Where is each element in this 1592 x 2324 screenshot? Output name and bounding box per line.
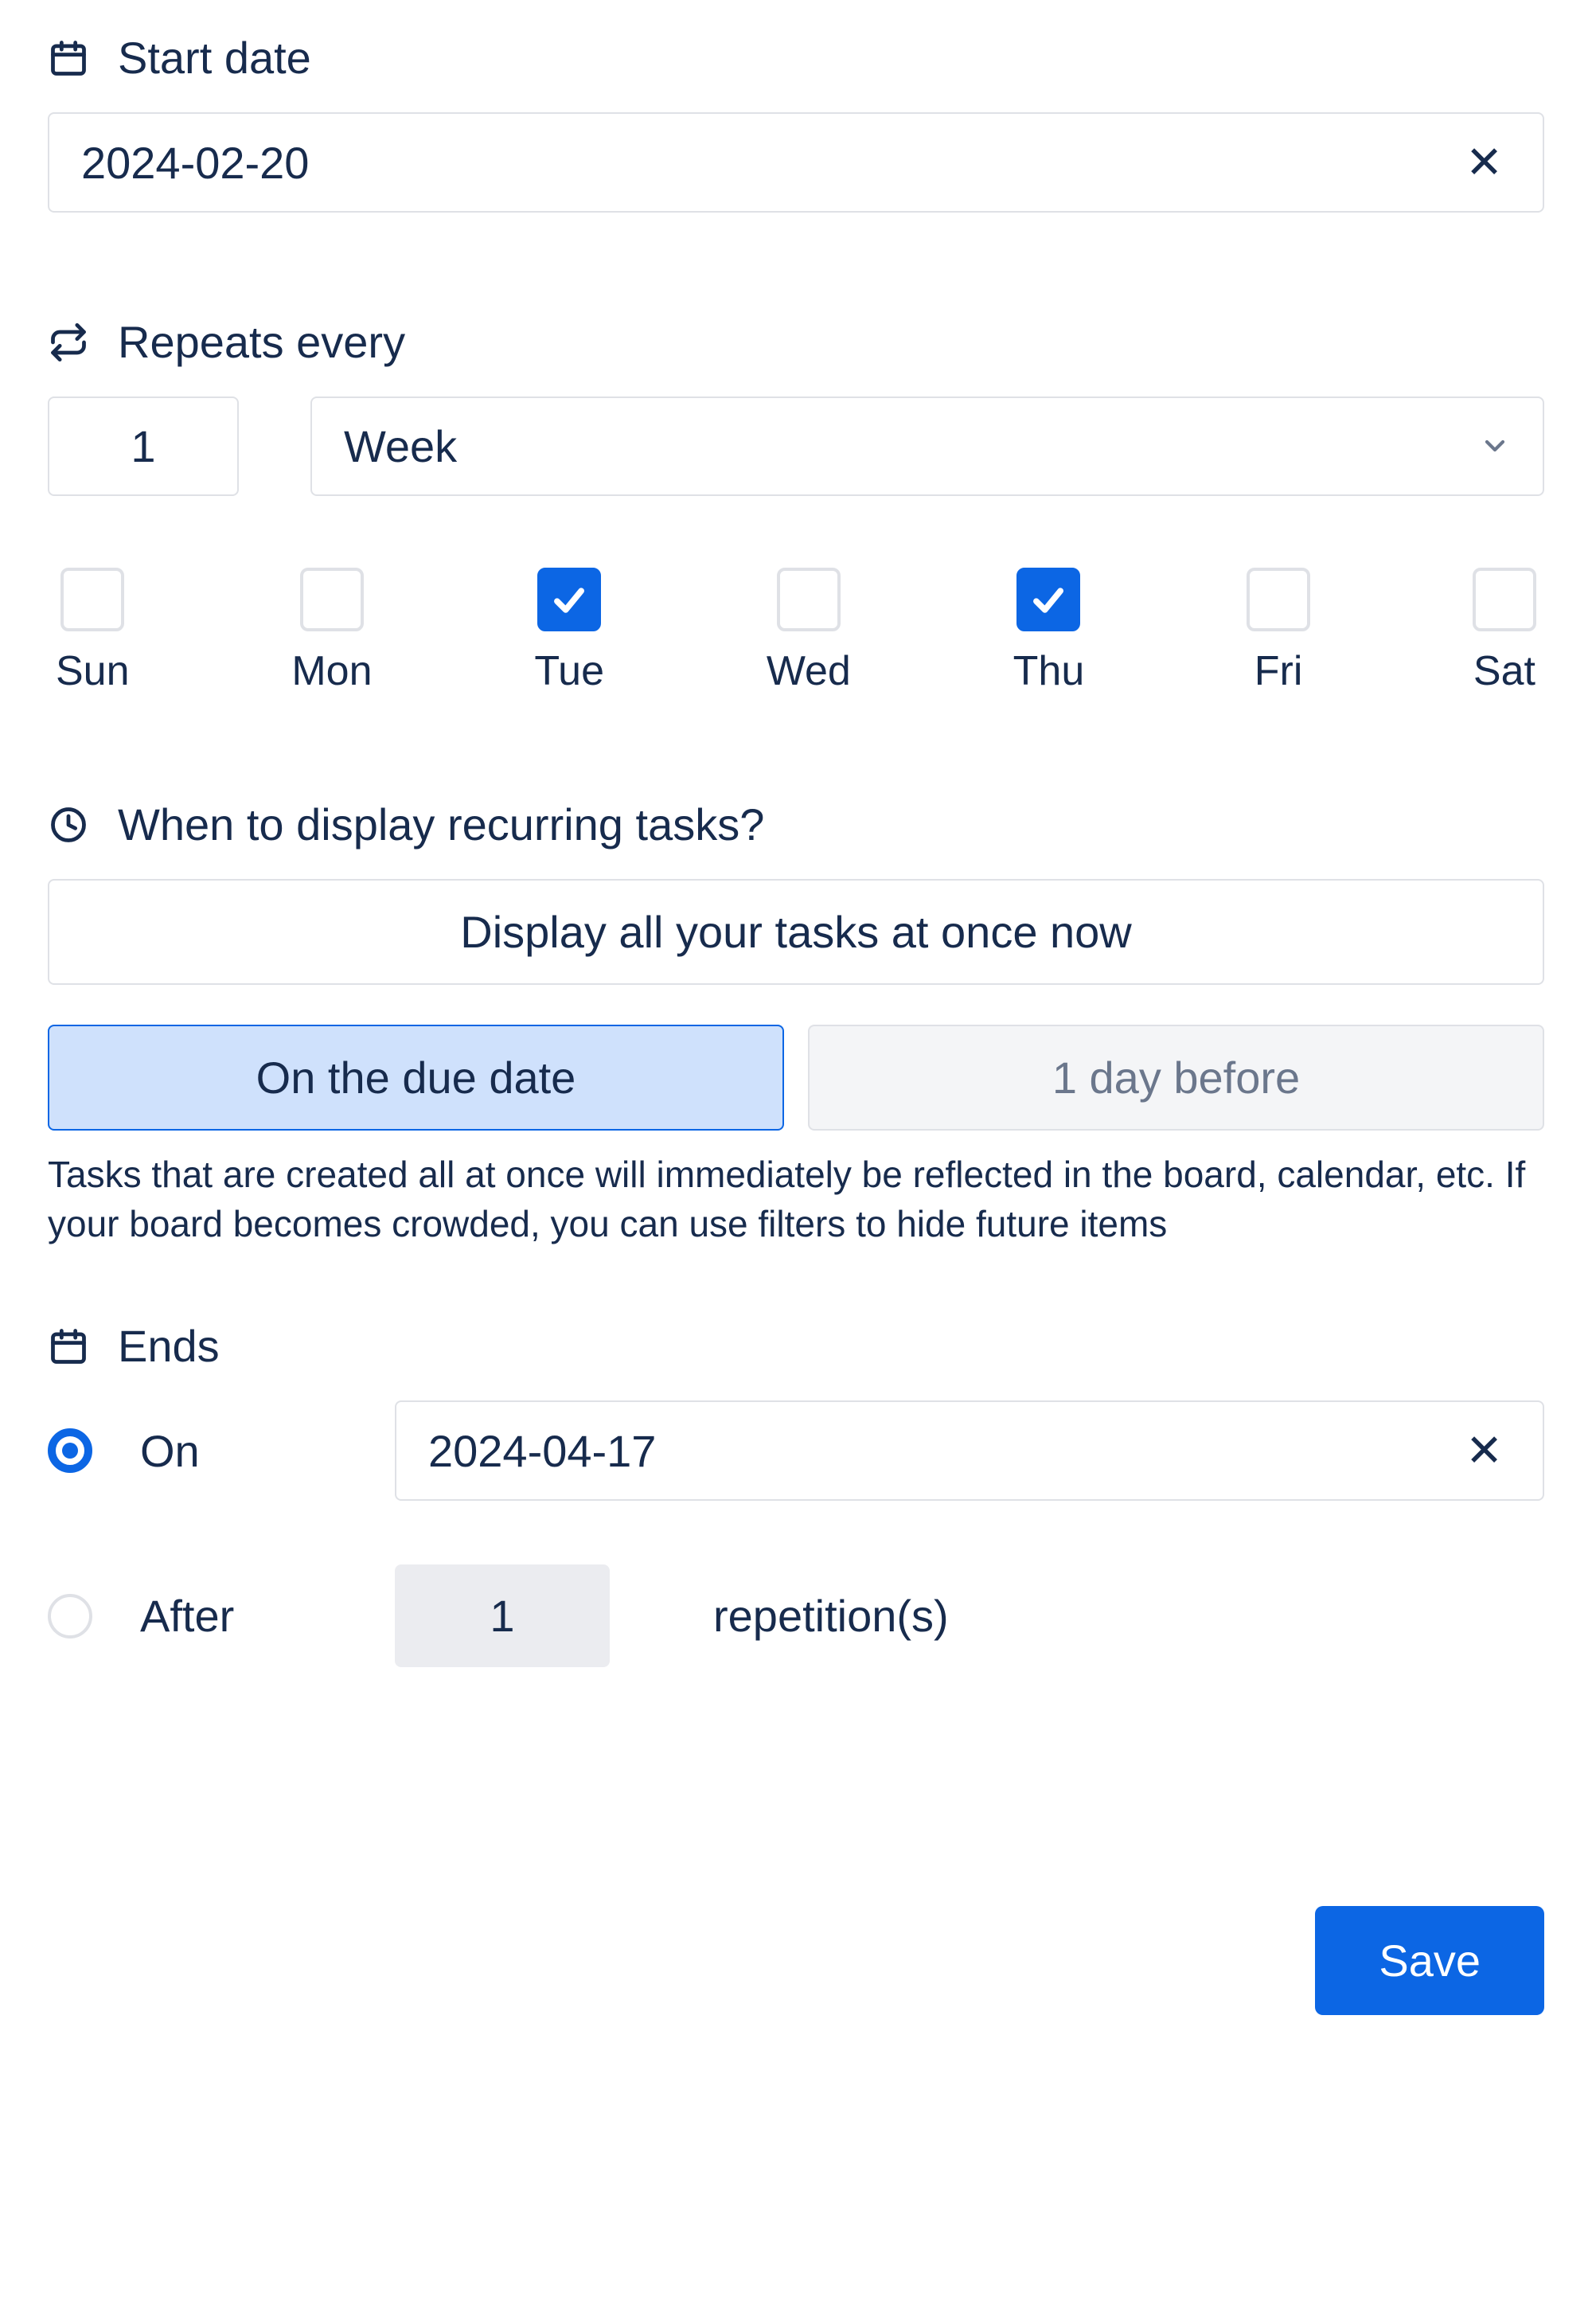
weekday-row: Sun Mon Tue Wed Thu Fri Sat: [48, 568, 1544, 695]
day-sat-checkbox[interactable]: [1473, 568, 1536, 631]
day-mon-checkbox[interactable]: [300, 568, 364, 631]
day-tue: Tue: [534, 568, 604, 695]
day-wed: Wed: [767, 568, 851, 695]
repeat-unit-value: Week: [344, 420, 457, 472]
day-thu-checkbox[interactable]: [1016, 568, 1080, 631]
segment-on-due-date[interactable]: On the due date: [48, 1025, 784, 1131]
display-timing-segment: On the due date 1 day before: [48, 1025, 1544, 1131]
day-sun-checkbox[interactable]: [60, 568, 124, 631]
ends-after-radio[interactable]: [48, 1594, 92, 1639]
day-tue-checkbox[interactable]: [537, 568, 601, 631]
repeat-icon: [48, 322, 89, 363]
repeats-label-row: Repeats every: [48, 316, 1544, 368]
day-sun-label: Sun: [56, 647, 130, 695]
day-sat: Sat: [1473, 568, 1536, 695]
chevron-down-icon: [1479, 420, 1511, 472]
ends-after-suffix: repetition(s): [713, 1590, 949, 1642]
day-tue-label: Tue: [534, 647, 604, 695]
ends-label: Ends: [118, 1320, 220, 1372]
display-label: When to display recurring tasks?: [118, 799, 764, 850]
clear-end-date-icon[interactable]: ✕: [1457, 1424, 1511, 1477]
day-wed-checkbox[interactable]: [777, 568, 841, 631]
save-button[interactable]: Save: [1315, 1906, 1544, 2015]
ends-on-label: On: [140, 1425, 347, 1477]
day-thu-label: Thu: [1013, 647, 1085, 695]
day-fri: Fri: [1247, 568, 1310, 695]
calendar-icon: [48, 37, 89, 79]
ends-after-count-input[interactable]: 1: [395, 1564, 610, 1667]
day-sat-label: Sat: [1473, 647, 1535, 695]
day-mon: Mon: [291, 568, 372, 695]
repeats-label: Repeats every: [118, 316, 405, 368]
start-date-value: 2024-02-20: [81, 137, 1457, 189]
ends-after-label: After: [140, 1590, 347, 1642]
ends-after-row: After 1 repetition(s): [48, 1564, 1544, 1667]
display-help-text: Tasks that are created all at once will …: [48, 1150, 1544, 1248]
day-fri-checkbox[interactable]: [1247, 568, 1310, 631]
repeat-unit-select[interactable]: Week: [310, 396, 1544, 496]
day-sun: Sun: [56, 568, 130, 695]
ends-label-row: Ends: [48, 1320, 1544, 1372]
display-all-at-once-button[interactable]: Display all your tasks at once now: [48, 879, 1544, 985]
day-wed-label: Wed: [767, 647, 851, 695]
clock-icon: [48, 804, 89, 846]
segment-1-day-before[interactable]: 1 day before: [808, 1025, 1544, 1131]
display-label-row: When to display recurring tasks?: [48, 799, 1544, 850]
ends-on-date-value: 2024-04-17: [428, 1425, 656, 1477]
ends-on-date-input[interactable]: 2024-04-17 ✕: [395, 1400, 1544, 1501]
day-fri-label: Fri: [1254, 647, 1303, 695]
footer: Save: [48, 1906, 1544, 2015]
day-mon-label: Mon: [291, 647, 372, 695]
start-date-label: Start date: [118, 32, 311, 84]
repeat-count-input[interactable]: 1: [48, 396, 239, 496]
ends-on-row: On 2024-04-17 ✕: [48, 1400, 1544, 1501]
clear-start-date-icon[interactable]: ✕: [1457, 136, 1511, 189]
start-date-input[interactable]: 2024-02-20 ✕: [48, 112, 1544, 213]
calendar-icon: [48, 1326, 89, 1367]
start-date-label-row: Start date: [48, 32, 1544, 84]
ends-on-radio[interactable]: [48, 1428, 92, 1473]
day-thu: Thu: [1013, 568, 1085, 695]
